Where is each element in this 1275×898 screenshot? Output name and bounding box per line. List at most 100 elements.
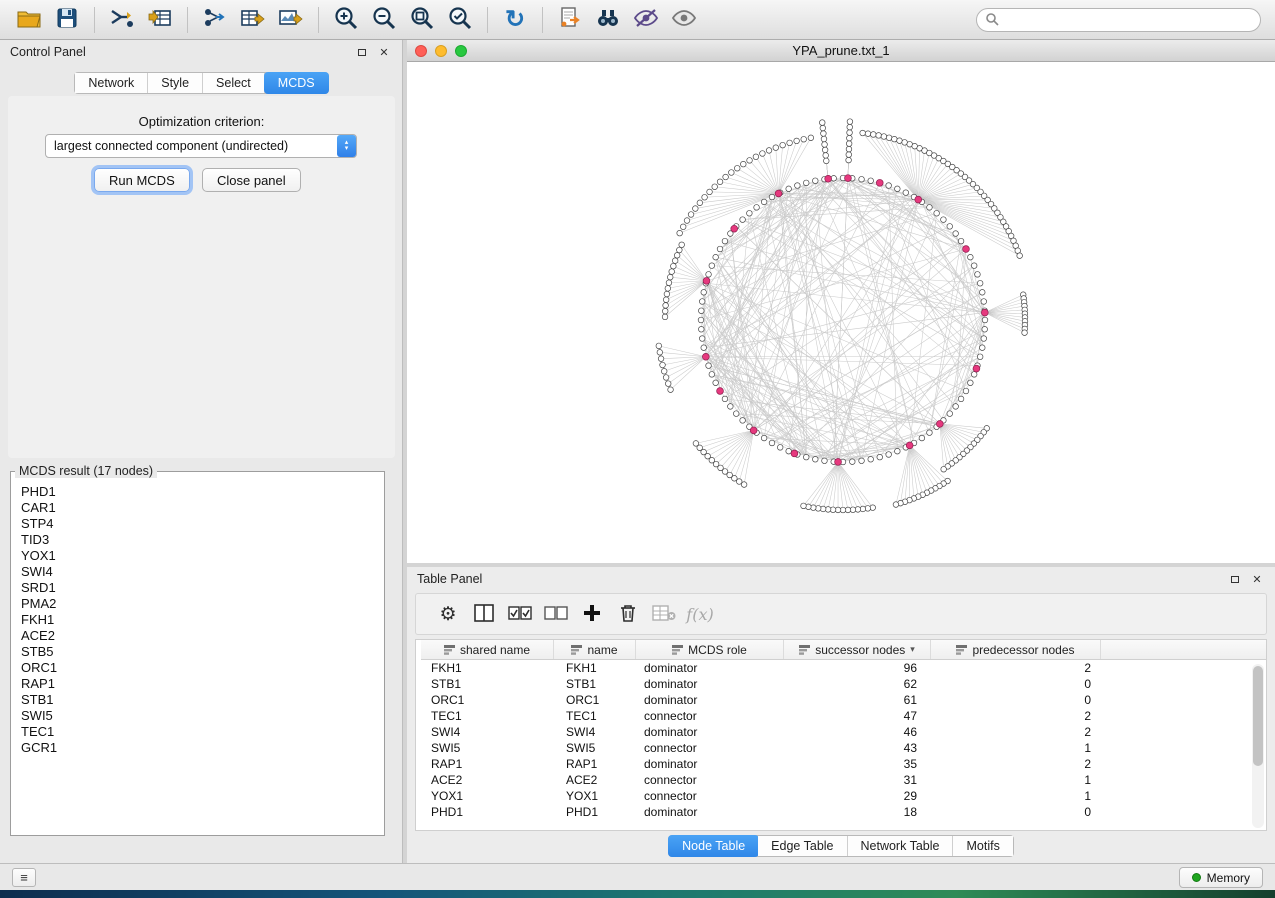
hub-node[interactable] (750, 427, 757, 434)
ring-node[interactable] (927, 205, 933, 211)
fan-node[interactable] (666, 280, 672, 286)
fan-node[interactable] (741, 482, 747, 488)
fan-node[interactable] (892, 136, 898, 142)
scrollbar-thumb[interactable] (1253, 666, 1263, 766)
table-cell[interactable]: 1 (931, 741, 1101, 755)
ring-node[interactable] (971, 372, 977, 378)
table-row[interactable]: ORC1ORC1dominator610 (421, 692, 1266, 708)
hub-node[interactable] (963, 246, 970, 253)
fan-node[interactable] (893, 502, 899, 508)
mcds-result-item[interactable]: YOX1 (21, 548, 374, 564)
ring-node[interactable] (812, 178, 818, 184)
ring-node[interactable] (786, 448, 792, 454)
ring-node[interactable] (713, 380, 719, 386)
ring-node[interactable] (982, 317, 988, 323)
ring-node[interactable] (975, 272, 981, 278)
fan-node[interactable] (941, 466, 947, 472)
mcds-result-item[interactable]: STB5 (21, 644, 374, 660)
ring-node[interactable] (859, 176, 865, 182)
table-cell[interactable]: ACE2 (554, 773, 636, 787)
create-column-button[interactable] (574, 597, 610, 631)
fan-node[interactable] (1017, 253, 1023, 259)
select-all-columns-button[interactable] (502, 597, 538, 631)
fan-node[interactable] (821, 136, 827, 142)
table-cell[interactable]: 31 (784, 773, 931, 787)
import-network-button[interactable] (103, 4, 141, 36)
search-input[interactable] (1005, 13, 1252, 27)
mcds-result-item[interactable]: ACE2 (21, 628, 374, 644)
mcds-result-item[interactable]: CAR1 (21, 500, 374, 516)
table-cell[interactable]: SWI4 (554, 725, 636, 739)
ring-node[interactable] (919, 435, 925, 441)
mcds-result-item[interactable]: STP4 (21, 516, 374, 532)
hub-node[interactable] (936, 420, 943, 427)
table-cell[interactable]: 0 (931, 677, 1101, 691)
float-table-panel-icon[interactable] (1227, 571, 1243, 587)
table-cell[interactable]: 2 (931, 661, 1101, 675)
fan-node[interactable] (865, 131, 871, 137)
ring-node[interactable] (968, 254, 974, 260)
fan-node[interactable] (881, 134, 887, 140)
hub-node[interactable] (703, 277, 710, 284)
ring-node[interactable] (958, 238, 964, 244)
table-cell[interactable]: 96 (784, 661, 931, 675)
hub-node[interactable] (825, 175, 832, 182)
fan-node[interactable] (787, 140, 793, 146)
table-cell[interactable]: ACE2 (421, 773, 554, 787)
hub-node[interactable] (906, 442, 913, 449)
table-cell[interactable]: 1 (931, 773, 1101, 787)
hub-node[interactable] (775, 190, 782, 197)
table-settings-button[interactable]: ⚙ (430, 597, 466, 631)
table-cell[interactable]: FKH1 (421, 661, 554, 675)
export-image-button[interactable] (272, 4, 310, 36)
ring-node[interactable] (895, 186, 901, 192)
fan-node[interactable] (663, 375, 669, 381)
ring-node[interactable] (947, 224, 953, 230)
hub-node[interactable] (876, 179, 883, 186)
fan-node[interactable] (656, 343, 662, 349)
ring-node[interactable] (979, 289, 985, 295)
fan-node[interactable] (693, 441, 699, 447)
table-row[interactable]: ACE2ACE2connector311 (421, 772, 1266, 788)
fan-node[interactable] (663, 297, 669, 303)
ring-node[interactable] (795, 183, 801, 189)
hub-node[interactable] (845, 175, 852, 182)
fan-node[interactable] (662, 308, 668, 314)
fan-node[interactable] (822, 142, 828, 148)
ring-node[interactable] (717, 246, 723, 252)
table-cell[interactable]: dominator (636, 677, 784, 691)
fan-node[interactable] (693, 206, 699, 212)
fan-node[interactable] (860, 130, 866, 136)
close-table-panel-icon[interactable]: ✕ (1249, 571, 1265, 587)
ring-node[interactable] (709, 372, 715, 378)
table-cell[interactable]: connector (636, 773, 784, 787)
ring-node[interactable] (699, 299, 705, 305)
fan-node[interactable] (697, 200, 703, 206)
show-all-button[interactable] (665, 4, 703, 36)
table-cell[interactable]: 2 (931, 725, 1101, 739)
table-cell[interactable]: YOX1 (421, 789, 554, 803)
tab-mcds[interactable]: MCDS (264, 72, 329, 94)
fan-node[interactable] (667, 274, 673, 280)
network-canvas[interactable] (407, 62, 1275, 563)
fan-node[interactable] (1022, 330, 1028, 336)
delete-column-button[interactable] (610, 597, 646, 631)
hub-node[interactable] (981, 309, 988, 316)
fan-node[interactable] (658, 356, 664, 362)
ring-node[interactable] (947, 411, 953, 417)
fan-node[interactable] (846, 141, 852, 147)
fan-node[interactable] (662, 314, 668, 320)
import-table-button[interactable] (141, 4, 179, 36)
fan-node[interactable] (766, 148, 772, 154)
fan-node[interactable] (680, 224, 686, 230)
table-row[interactable]: TEC1TEC1connector472 (421, 708, 1266, 724)
table-row[interactable]: STB1STB1dominator620 (421, 676, 1266, 692)
mcds-result-item[interactable]: RAP1 (21, 676, 374, 692)
fan-node[interactable] (801, 503, 807, 509)
ring-node[interactable] (886, 452, 892, 458)
fan-node[interactable] (671, 263, 677, 269)
ring-node[interactable] (941, 217, 947, 223)
ring-node[interactable] (822, 458, 828, 464)
table-cell[interactable]: 46 (784, 725, 931, 739)
mcds-result-item[interactable]: GCR1 (21, 740, 374, 756)
